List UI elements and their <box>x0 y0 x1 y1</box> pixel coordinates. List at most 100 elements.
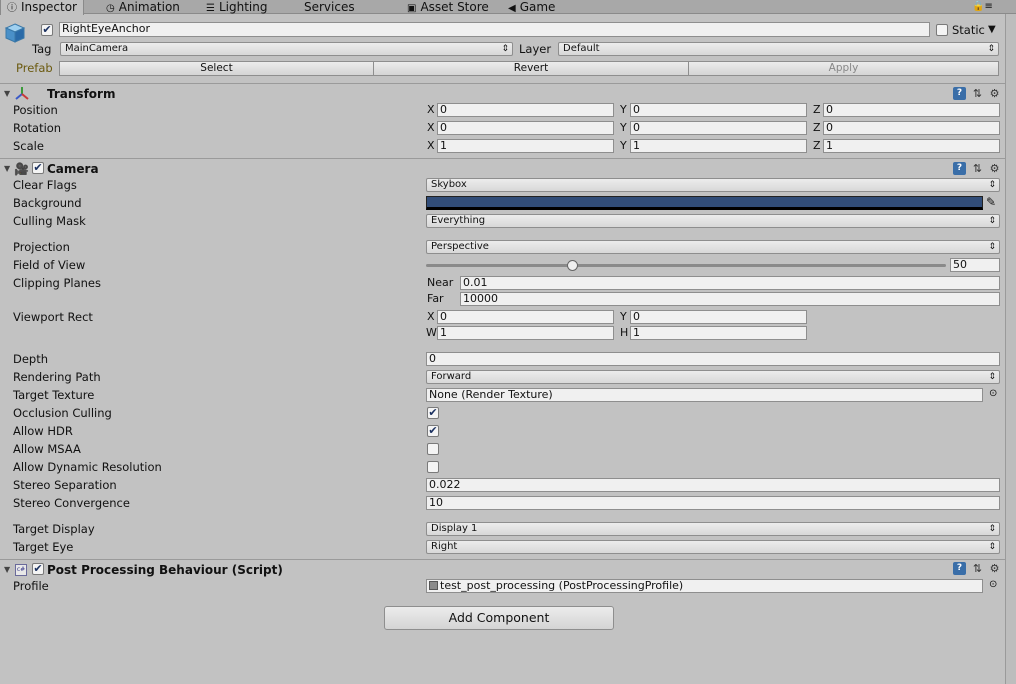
preset-icon[interactable]: ⇅ <box>971 87 984 100</box>
x-axis-label: X <box>427 310 435 323</box>
gear-icon[interactable]: ⚙ <box>988 162 1001 175</box>
dropdown-arrow-icon: ⇕ <box>988 372 996 382</box>
dropdown-arrow-icon: ⇕ <box>501 44 509 54</box>
viewport-y-field[interactable]: 0 <box>630 310 807 324</box>
clipping-planes-label: Clipping Planes <box>13 276 101 290</box>
culling-mask-dropdown[interactable]: Everything ⇕ <box>426 214 1000 228</box>
prefab-apply-button[interactable]: Apply <box>688 61 999 76</box>
gear-icon[interactable]: ⚙ <box>988 87 1001 100</box>
viewport-h-field[interactable]: 1 <box>630 326 807 340</box>
allow-hdr-checkbox[interactable]: ✔ <box>427 425 439 437</box>
rotation-x-field[interactable]: 0 <box>437 121 614 135</box>
rotation-y-field[interactable]: 0 <box>630 121 807 135</box>
object-picker-icon[interactable]: ⊙ <box>989 579 997 590</box>
fov-slider-track[interactable] <box>426 264 946 267</box>
tab-inspector[interactable]: ⓘ Inspector <box>0 0 84 15</box>
occlusion-culling-label: Occlusion Culling <box>13 406 112 420</box>
projection-dropdown[interactable]: Perspective ⇕ <box>426 240 1000 254</box>
far-clip-field[interactable]: 10000 <box>460 292 1000 306</box>
post-processing-enabled-checkbox[interactable]: ✔ <box>32 563 44 575</box>
stereo-convergence-field[interactable]: 10 <box>426 496 1000 510</box>
divider <box>0 158 1005 159</box>
scrollbar[interactable] <box>1005 14 1016 684</box>
prefab-select-button[interactable]: Select <box>59 61 374 76</box>
foldout-arrow-icon[interactable]: ▼ <box>4 565 10 574</box>
preset-icon[interactable]: ⇅ <box>971 562 984 575</box>
position-label: Position <box>13 103 58 117</box>
position-x-field[interactable]: 0 <box>437 103 614 117</box>
position-y-field[interactable]: 0 <box>630 103 807 117</box>
tag-label: Tag <box>32 42 52 56</box>
tab-services[interactable]: Services <box>304 0 355 14</box>
z-axis-label: Z <box>813 103 821 116</box>
preset-icon[interactable]: ⇅ <box>971 162 984 175</box>
static-checkbox[interactable] <box>936 24 948 36</box>
fov-value-field[interactable]: 50 <box>950 258 1000 272</box>
dropdown-arrow-icon: ⇕ <box>988 242 996 252</box>
foldout-arrow-icon[interactable]: ▼ <box>4 164 10 173</box>
h-axis-label: H <box>620 326 629 339</box>
foldout-arrow-icon[interactable]: ▼ <box>4 89 10 98</box>
help-icon[interactable]: ? <box>953 87 966 100</box>
depth-field[interactable]: 0 <box>426 352 1000 366</box>
rotation-z-field[interactable]: 0 <box>823 121 1000 135</box>
transform-title: Transform <box>47 87 116 101</box>
object-picker-icon[interactable]: ⊙ <box>989 388 997 399</box>
culling-mask-label: Culling Mask <box>13 214 86 228</box>
object-name-input[interactable]: RightEyeAnchor <box>59 22 930 37</box>
camera-icon: 🎥 <box>14 162 29 176</box>
depth-label: Depth <box>13 352 49 366</box>
game-icon: ◀ <box>508 3 516 14</box>
help-icon[interactable]: ? <box>953 162 966 175</box>
add-component-button[interactable]: Add Component <box>384 606 614 630</box>
allow-dynamic-resolution-checkbox[interactable] <box>427 461 439 473</box>
occlusion-culling-checkbox[interactable]: ✔ <box>427 407 439 419</box>
prefab-revert-button[interactable]: Revert <box>373 61 689 76</box>
projection-label: Projection <box>13 240 70 254</box>
x-axis-label: X <box>427 121 435 134</box>
fov-slider-thumb[interactable] <box>566 260 578 271</box>
lighting-icon: ☰ <box>206 3 215 14</box>
scale-x-field[interactable]: 1 <box>437 139 614 153</box>
target-display-label: Target Display <box>13 522 95 536</box>
y-axis-label: Y <box>620 139 627 152</box>
profile-label: Profile <box>13 579 49 593</box>
fov-label: Field of View <box>13 258 86 272</box>
tab-asset-store[interactable]: ▣ Asset Store <box>407 0 489 14</box>
eyedropper-icon[interactable]: ✎ <box>986 195 996 209</box>
near-label: Near <box>427 276 454 289</box>
target-texture-field[interactable]: None (Render Texture) <box>426 388 983 402</box>
tab-animation[interactable]: ◷ Animation <box>106 0 180 14</box>
scale-z-field[interactable]: 1 <box>823 139 1000 153</box>
layer-dropdown[interactable]: Default ⇕ <box>558 42 999 56</box>
clear-flags-dropdown[interactable]: Skybox ⇕ <box>426 178 1000 192</box>
clock-icon: ◷ <box>106 3 115 14</box>
stereo-separation-field[interactable]: 0.022 <box>426 478 1000 492</box>
tab-game[interactable]: ◀ Game <box>508 0 555 14</box>
w-axis-label: W <box>426 326 437 339</box>
lock-icon[interactable]: 🔒≡ <box>972 0 993 14</box>
active-checkbox[interactable]: ✔ <box>41 24 53 36</box>
tag-dropdown[interactable]: MainCamera ⇕ <box>60 42 513 56</box>
profile-field[interactable]: test_post_processing (PostProcessingProf… <box>426 579 983 593</box>
static-dropdown-arrow-icon[interactable]: ▼ <box>988 23 996 37</box>
help-icon[interactable]: ? <box>953 562 966 575</box>
viewport-w-field[interactable]: 1 <box>437 326 614 340</box>
camera-title: Camera <box>47 162 99 176</box>
gear-icon[interactable]: ⚙ <box>988 562 1001 575</box>
target-eye-dropdown[interactable]: Right ⇕ <box>426 540 1000 554</box>
near-clip-field[interactable]: 0.01 <box>460 276 1000 290</box>
target-eye-label: Target Eye <box>13 540 74 554</box>
camera-enabled-checkbox[interactable]: ✔ <box>32 162 44 174</box>
position-z-field[interactable]: 0 <box>823 103 1000 117</box>
viewport-x-field[interactable]: 0 <box>437 310 614 324</box>
stereo-convergence-label: Stereo Convergence <box>13 496 130 510</box>
rendering-path-dropdown[interactable]: Forward ⇕ <box>426 370 1000 384</box>
scale-y-field[interactable]: 1 <box>630 139 807 153</box>
background-color-swatch[interactable] <box>426 196 983 210</box>
prefab-label: Prefab <box>16 61 53 75</box>
allow-msaa-checkbox[interactable] <box>427 443 439 455</box>
tab-lighting[interactable]: ☰ Lighting <box>206 0 267 14</box>
target-display-dropdown[interactable]: Display 1 ⇕ <box>426 522 1000 536</box>
divider <box>0 83 1005 84</box>
